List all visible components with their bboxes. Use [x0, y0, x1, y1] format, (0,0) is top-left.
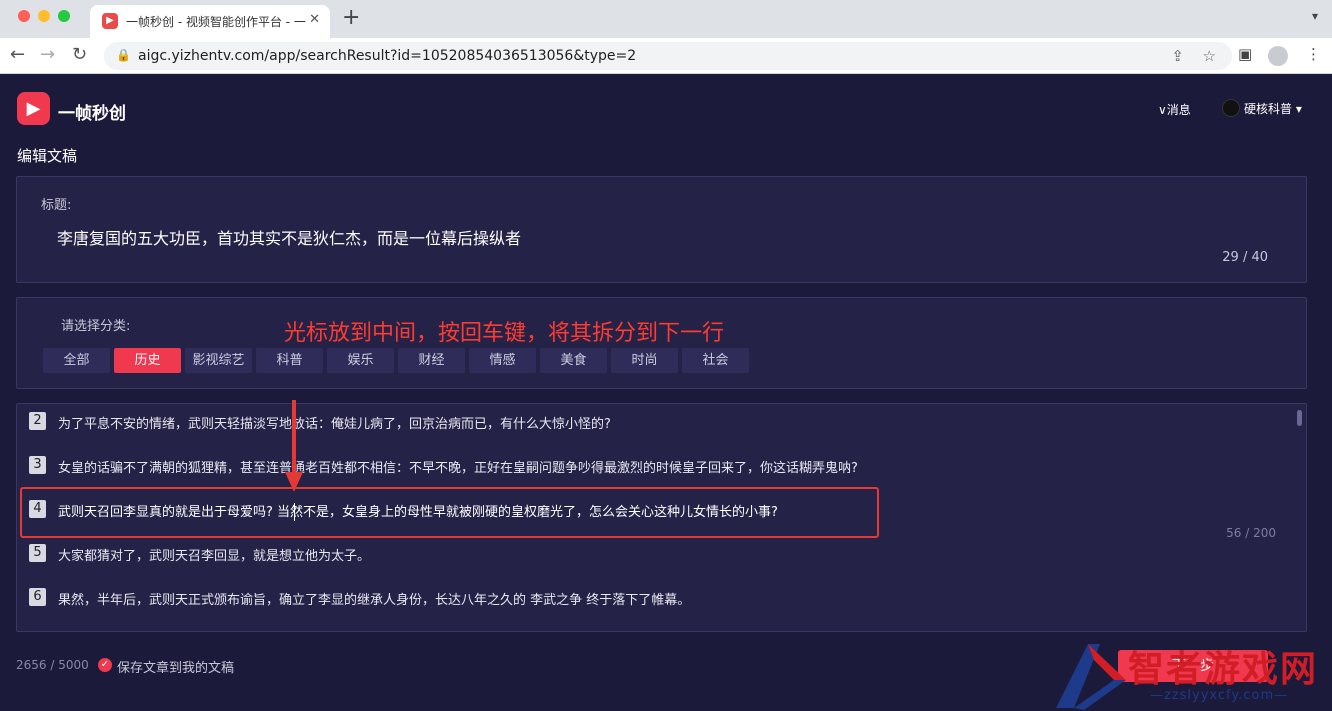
title-panel: 标题: 李唐复国的五大功臣，首功其实不是狄仁杰，而是一位幕后操纵者 29 / 4… — [16, 176, 1307, 283]
paragraph-number: 2 — [29, 412, 46, 430]
paragraph-row[interactable]: 5 大家都猜对了，武则天召李回显，就是想立他为太子。 — [29, 544, 1229, 568]
paragraph-row[interactable]: 6 果然，半年后，武则天正式颁布谕旨，确立了李显的继承人身份，长达八年之久的 李… — [29, 588, 1229, 612]
forward-arrow-icon[interactable]: → — [40, 44, 55, 66]
bookmark-star-icon[interactable]: ☆ — [1203, 47, 1216, 65]
category-chip[interactable]: 财经 — [398, 348, 465, 373]
zoom-window-button[interactable] — [58, 10, 70, 22]
page-title: 编辑文稿 — [17, 147, 78, 165]
category-chip[interactable]: 社会 — [682, 348, 749, 373]
category-chip[interactable]: 影视综艺 — [185, 348, 252, 373]
category-list: 全部 历史 影视综艺 科普 娱乐 财经 情感 美食 时尚 社会 — [43, 348, 749, 373]
watermark-logo-icon — [1056, 644, 1126, 710]
annotation-arrow — [292, 400, 296, 478]
category-chip[interactable]: 娱乐 — [327, 348, 394, 373]
word-count: 2656 / 5000 — [16, 658, 89, 672]
profile-avatar-icon[interactable] — [1268, 46, 1288, 66]
text-caret — [294, 503, 295, 521]
category-chip[interactable]: 情感 — [469, 348, 536, 373]
paragraph-number: 3 — [29, 456, 46, 474]
paragraph-number: 5 — [29, 544, 46, 562]
paragraph-text[interactable]: 果然，半年后，武则天正式颁布谕旨，确立了李显的继承人身份，长达八年之久的 李武之… — [58, 589, 690, 608]
user-menu-button[interactable]: 硬核科普 ▾ — [1244, 100, 1302, 117]
paragraph-number: 6 — [29, 588, 46, 606]
paragraph-row[interactable]: 3 女皇的话骗不了满朝的狐狸精，甚至连普通老百姓都不相信：不早不晚，正好在皇嗣问… — [29, 456, 1229, 480]
paragraph-text[interactable]: 大家都猜对了，武则天召李回显，就是想立他为太子。 — [58, 545, 370, 564]
favicon-icon: ▶ — [102, 13, 118, 29]
close-tab-icon[interactable]: ✕ — [309, 12, 320, 27]
category-chip-active[interactable]: 历史 — [114, 348, 181, 373]
share-icon[interactable]: ⇪ — [1171, 47, 1184, 65]
back-arrow-icon[interactable]: ← — [10, 44, 25, 66]
scrollbar-thumb[interactable] — [1297, 410, 1302, 426]
address-bar[interactable]: 🔒 aigc.yizhentv.com/app/searchResult?id=… — [104, 42, 1232, 70]
browser-toolbar: ← → ↻ 🔒 aigc.yizhentv.com/app/searchResu… — [0, 38, 1332, 74]
title-input[interactable]: 李唐复国的五大功臣，首功其实不是狄仁杰，而是一位幕后操纵者 — [57, 225, 1257, 249]
paragraph-char-counter: 56 / 200 — [1226, 526, 1276, 540]
annotation-arrow-head — [285, 472, 303, 492]
annotation-highlight-box — [20, 487, 879, 538]
side-panel-icon[interactable]: ▣ — [1238, 45, 1252, 63]
annotation-text: 光标放到中间，按回车键，将其拆分到下一行 — [284, 321, 725, 346]
close-window-button[interactable] — [18, 10, 30, 22]
user-avatar[interactable] — [1222, 99, 1240, 117]
reload-icon[interactable]: ↻ — [72, 44, 87, 66]
paragraph-row[interactable]: 2 为了平息不安的情绪，武则天轻描淡写地放话：俺娃儿病了，回京治病而已，有什么大… — [29, 412, 1229, 436]
more-menu-icon[interactable]: ⋮ — [1306, 45, 1321, 63]
watermark-url: —zzslyyxcfy.com— — [1150, 688, 1289, 703]
category-label: 请选择分类: — [61, 319, 131, 334]
app-logo-icon[interactable]: ▶ — [17, 92, 50, 125]
brand-name[interactable]: 一帧秒创 — [58, 99, 126, 124]
minimize-window-button[interactable] — [38, 10, 50, 22]
paragraph-text[interactable]: 女皇的话骗不了满朝的狐狸精，甚至连普通老百姓都不相信：不早不晚，正好在皇嗣问题争… — [58, 457, 858, 476]
category-chip[interactable]: 科普 — [256, 348, 323, 373]
category-chip[interactable]: 时尚 — [611, 348, 678, 373]
url-text[interactable]: aigc.yizhentv.com/app/searchResult?id=10… — [138, 48, 636, 64]
save-to-drafts-label[interactable]: 保存文章到我的文稿 — [117, 657, 234, 676]
checkbox-checked-icon[interactable]: ✓ — [98, 658, 112, 672]
paragraph-text[interactable]: 为了平息不安的情绪，武则天轻描淡写地放话：俺娃儿病了，回京治病而已，有什么大惊小… — [58, 413, 611, 432]
tab-title: 一帧秒创 - 视频智能创作平台 - 一 — [126, 15, 306, 29]
browser-tabbar: ▶ 一帧秒创 - 视频智能创作平台 - 一 ✕ + ▾ — [0, 0, 1332, 38]
messages-button[interactable]: ∨消息 — [1158, 101, 1191, 118]
tab-search-chevron-icon[interactable]: ▾ — [1312, 9, 1318, 23]
category-chip[interactable]: 美食 — [540, 348, 607, 373]
new-tab-icon[interactable]: + — [342, 6, 360, 30]
title-label: 标题: — [41, 198, 72, 213]
title-char-counter: 29 / 40 — [1222, 250, 1268, 265]
lock-icon: 🔒 — [116, 48, 131, 62]
browser-tab[interactable]: ▶ 一帧秒创 - 视频智能创作平台 - 一 ✕ — [90, 5, 330, 38]
watermark-title: 智者游戏网 — [1128, 649, 1319, 690]
category-chip[interactable]: 全部 — [43, 348, 110, 373]
